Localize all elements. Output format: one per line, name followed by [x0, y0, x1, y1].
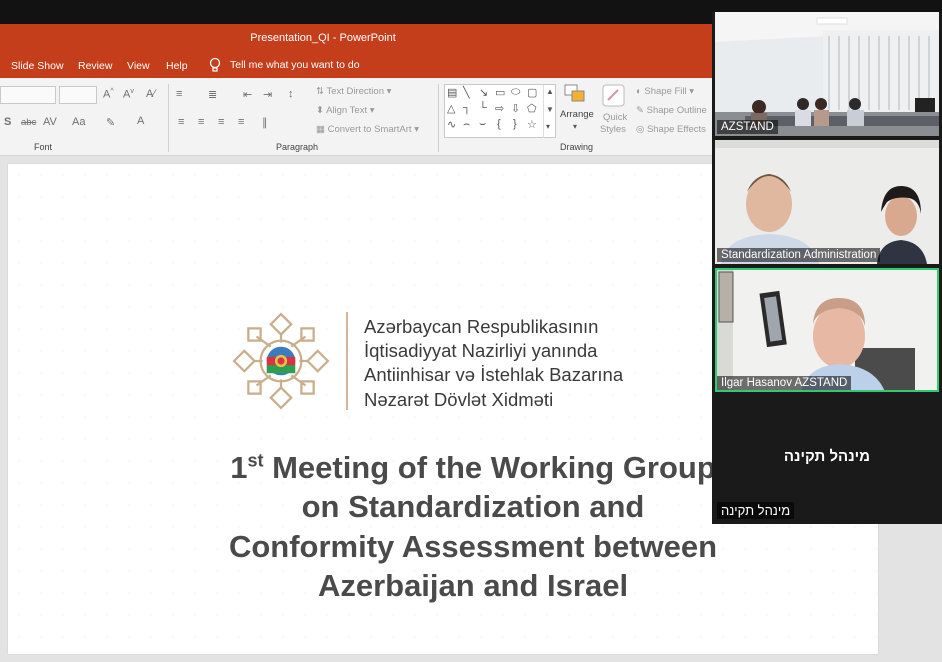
- no-video-participant-label: מינהל תקינה: [717, 502, 795, 519]
- font-name-dropdown[interactable]: [0, 86, 56, 104]
- freeform-shape-icon[interactable]: ⬠: [527, 102, 537, 115]
- character-spacing-button[interactable]: AV: [43, 116, 57, 128]
- left-brace-shape-icon[interactable]: {: [497, 118, 501, 130]
- shape-fill-button[interactable]: ◐ Shape Fill ▾: [636, 86, 694, 97]
- arrange-label: Arrange: [560, 109, 594, 120]
- meeting-title: 1st Meeting of the Working Group on Stan…: [158, 448, 788, 605]
- arrange-caret-icon: ▾: [573, 122, 578, 131]
- justify-icon[interactable]: ≡: [238, 116, 244, 128]
- meeting-line-4: Azerbaijan and Israel: [317, 567, 629, 603]
- down-arrow-shape-icon[interactable]: ⇩: [511, 102, 520, 115]
- line-shape-icon[interactable]: ╲: [463, 86, 470, 99]
- clear-format-icon[interactable]: A∕: [146, 88, 155, 100]
- textbox-shape-icon[interactable]: ▤: [447, 86, 457, 99]
- paragraph-group-label: Paragraph: [276, 142, 319, 152]
- right-arrow-shape-icon[interactable]: ⇨: [495, 102, 504, 115]
- org-line-4: Nəzarət Dövlət Xidməti: [364, 388, 554, 410]
- elbow-arrow-icon[interactable]: └: [479, 102, 487, 114]
- lightbulb-icon: [209, 57, 221, 72]
- org-line-1: Azərbaycan Respublikasının: [364, 316, 599, 337]
- triangle-shape-icon[interactable]: △: [447, 102, 455, 115]
- participant-tile-azstand[interactable]: AZSTAND: [715, 12, 939, 136]
- star-shape-icon[interactable]: ☆: [527, 118, 537, 131]
- organization-name: Azərbaycan Respublikasının İqtisadiyyat …: [364, 315, 623, 412]
- change-case-button[interactable]: Aa: [72, 116, 85, 128]
- right-brace-shape-icon[interactable]: }: [513, 118, 517, 130]
- quick-styles-icon: [602, 84, 625, 107]
- shadow-button[interactable]: S: [4, 116, 11, 128]
- tab-slide-show[interactable]: Slide Show: [11, 60, 64, 72]
- decrease-indent-icon[interactable]: ⇤: [243, 88, 252, 101]
- active-speaker-video: [715, 268, 939, 392]
- meeting-line-3: Conformity Assessment between: [228, 528, 718, 564]
- quick-styles-label-2: Styles: [600, 124, 626, 135]
- elbow-connector-icon[interactable]: ┐: [463, 102, 471, 114]
- quick-styles-label-1: Quick: [603, 112, 628, 123]
- drawing-group-label: Drawing: [560, 142, 594, 152]
- tab-review[interactable]: Review: [78, 60, 112, 72]
- scroll-up-icon[interactable]: ▲: [546, 87, 554, 96]
- align-center-icon[interactable]: ≡: [198, 116, 204, 128]
- align-text-button[interactable]: ⬍ Align Text ▾: [316, 105, 375, 116]
- meeting-line-2: on Standardization and: [301, 489, 645, 525]
- increase-indent-icon[interactable]: ⇥: [263, 88, 272, 101]
- arrange-icon: [564, 84, 585, 102]
- separator: [438, 84, 439, 152]
- rounded-rect-shape-icon[interactable]: ▢: [527, 86, 537, 99]
- separator: [168, 84, 169, 152]
- participant-name: Standardization Administration: [717, 248, 881, 262]
- line-spacing-icon[interactable]: ↕: [288, 88, 294, 100]
- scribble-shape-icon[interactable]: ∿: [447, 118, 456, 131]
- shape-outline-button[interactable]: ✎ Shape Outline: [636, 105, 707, 116]
- font-color-button[interactable]: A: [137, 115, 144, 127]
- increase-font-icon[interactable]: A^: [103, 88, 114, 101]
- logo-divider: [346, 312, 348, 410]
- rectangle-shape-icon[interactable]: ▭: [495, 86, 505, 99]
- bullets-icon[interactable]: ≡: [176, 88, 182, 100]
- participant-video: [715, 140, 939, 264]
- participant-tile-standardization-administration[interactable]: Standardization Administration: [715, 140, 939, 264]
- align-left-icon[interactable]: ≡: [178, 116, 184, 128]
- org-line-2: İqtisadiyyat Nazirliyi yanında: [364, 340, 598, 362]
- gallery-scroll[interactable]: ▲ ▼ ▾: [543, 85, 556, 138]
- org-line-3: Antiinhisar və İstehlak Bazarına: [364, 364, 624, 386]
- tell-me-box[interactable]: Tell me what you want to do: [208, 57, 360, 73]
- numbering-icon[interactable]: ≣: [208, 88, 217, 101]
- scroll-down-icon[interactable]: ▼: [546, 105, 554, 114]
- text-direction-button[interactable]: ⇅ Text Direction ▾: [316, 86, 391, 97]
- arrow-line-shape-icon[interactable]: ↘: [479, 86, 488, 99]
- font-group-label: Font: [34, 142, 53, 152]
- participant-name: AZSTAND: [717, 120, 778, 134]
- arc-shape-icon[interactable]: ⌣: [479, 118, 486, 131]
- more-shapes-icon[interactable]: ▾: [546, 122, 550, 131]
- oval-shape-icon[interactable]: ⬭: [511, 86, 520, 99]
- arrange-button[interactable]: Arrange ▾: [560, 84, 594, 142]
- shape-effects-button[interactable]: ◎ Shape Effects: [636, 124, 706, 135]
- highlight-icon[interactable]: ✎: [106, 116, 115, 129]
- font-size-dropdown[interactable]: [59, 86, 97, 104]
- no-video-participant-name: מינהל תקינה: [783, 448, 871, 465]
- tell-me-text: Tell me what you want to do: [230, 59, 360, 71]
- participant-name: Ilgar Hasanov AZSTAND: [717, 376, 852, 390]
- video-call-panel: AZSTAND Standardization Administration I…: [712, 12, 942, 524]
- tab-view[interactable]: View: [127, 60, 150, 72]
- shapes-gallery[interactable]: ▤ ╲ ↘ ▭ ⬭ ▢ △ ┐ └ ⇨ ⇩ ⬠ ∿ ⌢ ⌣ { } ☆ ▲ ▼ …: [444, 84, 556, 138]
- columns-icon[interactable]: ∥: [262, 116, 268, 129]
- align-right-icon[interactable]: ≡: [218, 116, 224, 128]
- meeting-room-video: [715, 12, 939, 136]
- decrease-font-icon[interactable]: Av: [123, 88, 134, 101]
- quick-styles-button[interactable]: Quick Styles: [598, 84, 632, 142]
- tab-help[interactable]: Help: [166, 60, 188, 72]
- meeting-line-1: 1st Meeting of the Working Group: [230, 450, 716, 485]
- state-emblem-logo: [232, 312, 330, 410]
- window-title: Presentation_QI - PowerPoint: [250, 32, 396, 44]
- curve-shape-icon[interactable]: ⌢: [463, 118, 470, 131]
- convert-smartart-button[interactable]: ▦ Convert to SmartArt ▾: [316, 124, 419, 135]
- strikethrough-button[interactable]: abc: [21, 117, 36, 128]
- participant-tile-ilgar-hasanov[interactable]: Ilgar Hasanov AZSTAND: [715, 268, 939, 392]
